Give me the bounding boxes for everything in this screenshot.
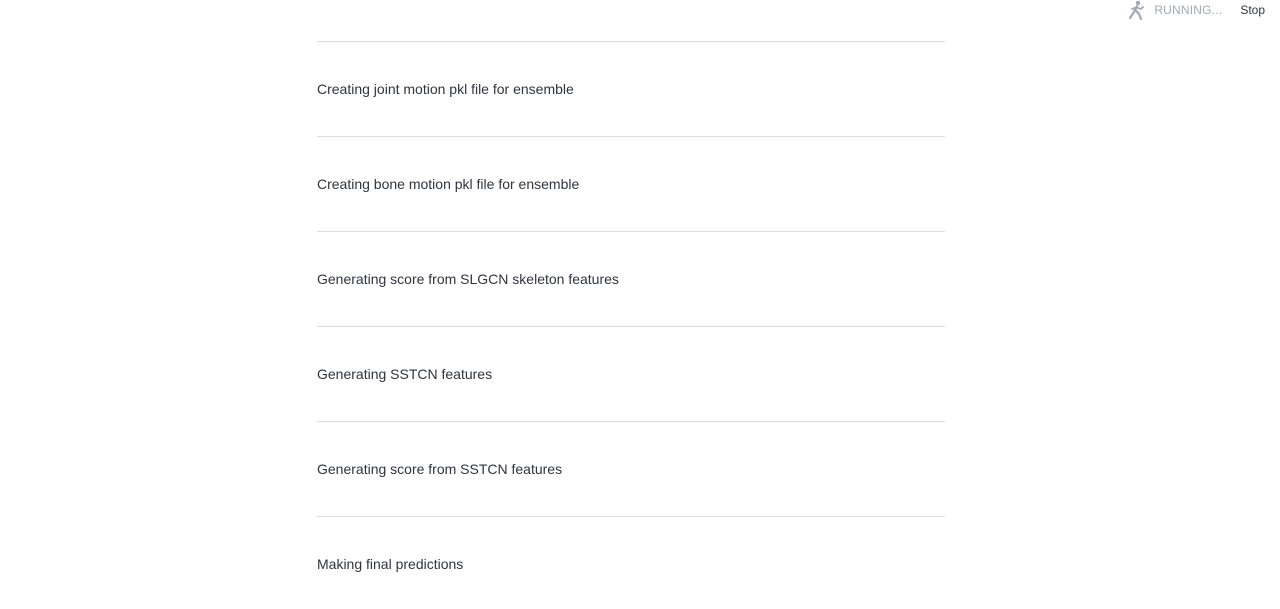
stop-button[interactable]: Stop [1240, 3, 1265, 17]
step-item: Creating joint motion pkl file for ensem… [317, 41, 945, 136]
step-item: Generating SSTCN features [317, 326, 945, 421]
step-label: Creating bone motion pkl file for ensemb… [317, 176, 580, 192]
running-status-label: RUNNING... [1154, 3, 1223, 17]
step-item: Generating score from SLGCN skeleton fea… [317, 231, 945, 326]
top-spacer [317, 0, 945, 41]
running-person-icon [1127, 0, 1147, 20]
step-label: Generating SSTCN features [317, 366, 493, 382]
step-item: Generating score from SSTCN features [317, 421, 945, 516]
step-label: Creating joint motion pkl file for ensem… [317, 81, 574, 97]
step-item: Making final predictions [317, 516, 945, 609]
step-label: Generating score from SSTCN features [317, 461, 563, 477]
main-content: Creating joint motion pkl file for ensem… [317, 0, 945, 609]
app-page: RUNNING... Stop Creating joint motion pk… [0, 0, 1280, 609]
status-widget: RUNNING... Stop [1127, 0, 1280, 20]
step-item: Creating bone motion pkl file for ensemb… [317, 136, 945, 231]
step-label: Generating score from SLGCN skeleton fea… [317, 271, 619, 287]
step-label: Making final predictions [317, 556, 464, 572]
